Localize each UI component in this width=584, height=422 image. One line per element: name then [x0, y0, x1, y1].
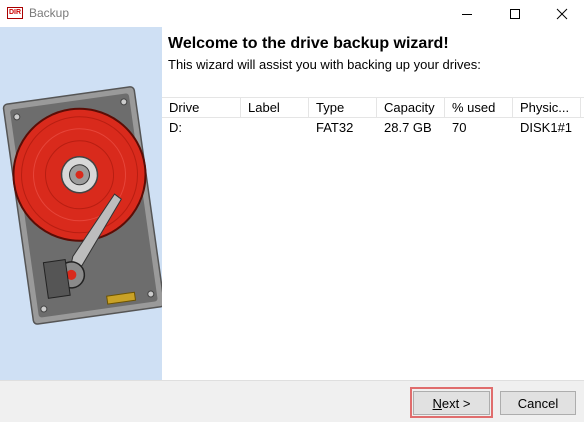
column-header-physical[interactable]: Physic...: [513, 98, 581, 117]
next-button-label: Next >: [432, 395, 471, 411]
cell-drive: D:: [169, 120, 182, 135]
hard-drive-illustration: [2, 86, 162, 325]
close-icon: [556, 8, 567, 19]
button-bar: Next > Cancel: [0, 380, 584, 422]
wizard-sidebar: [0, 27, 162, 380]
column-header-capacity[interactable]: Capacity: [377, 98, 445, 117]
page-subtitle: This wizard will assist you with backing…: [168, 57, 481, 72]
title-bar: DIR Backup: [0, 0, 584, 27]
drives-list[interactable]: Drive Label Type Capacity % used Physic.…: [162, 97, 584, 380]
table-row[interactable]: D: FAT32 28.7 GB 70 DISK1#1: [162, 118, 584, 137]
page-title: Welcome to the drive backup wizard!: [168, 35, 449, 52]
cancel-button[interactable]: Cancel: [500, 391, 576, 415]
column-header-drive[interactable]: Drive: [162, 98, 241, 117]
app-icon: DIR: [7, 7, 23, 19]
window-title: Backup: [29, 6, 70, 20]
cell-label: [241, 118, 309, 137]
maximize-button[interactable]: [492, 0, 537, 27]
cell-used: 70: [452, 120, 467, 135]
minimize-icon: [461, 13, 472, 15]
list-header: Drive Label Type Capacity % used Physic.…: [162, 97, 584, 118]
minimize-button[interactable]: [444, 0, 489, 27]
maximize-icon: [509, 8, 520, 19]
cell-capacity: 28.7 GB: [384, 120, 432, 135]
column-header-label[interactable]: Label: [241, 98, 309, 117]
wizard-content: Welcome to the drive backup wizard! This…: [162, 27, 584, 380]
next-button[interactable]: Next >: [413, 391, 490, 415]
cell-physical: DISK1#1: [520, 120, 573, 135]
cell-type: FAT32: [316, 120, 354, 135]
column-header-used[interactable]: % used: [445, 98, 513, 117]
column-header-type[interactable]: Type: [309, 98, 377, 117]
close-button[interactable]: [539, 0, 584, 27]
